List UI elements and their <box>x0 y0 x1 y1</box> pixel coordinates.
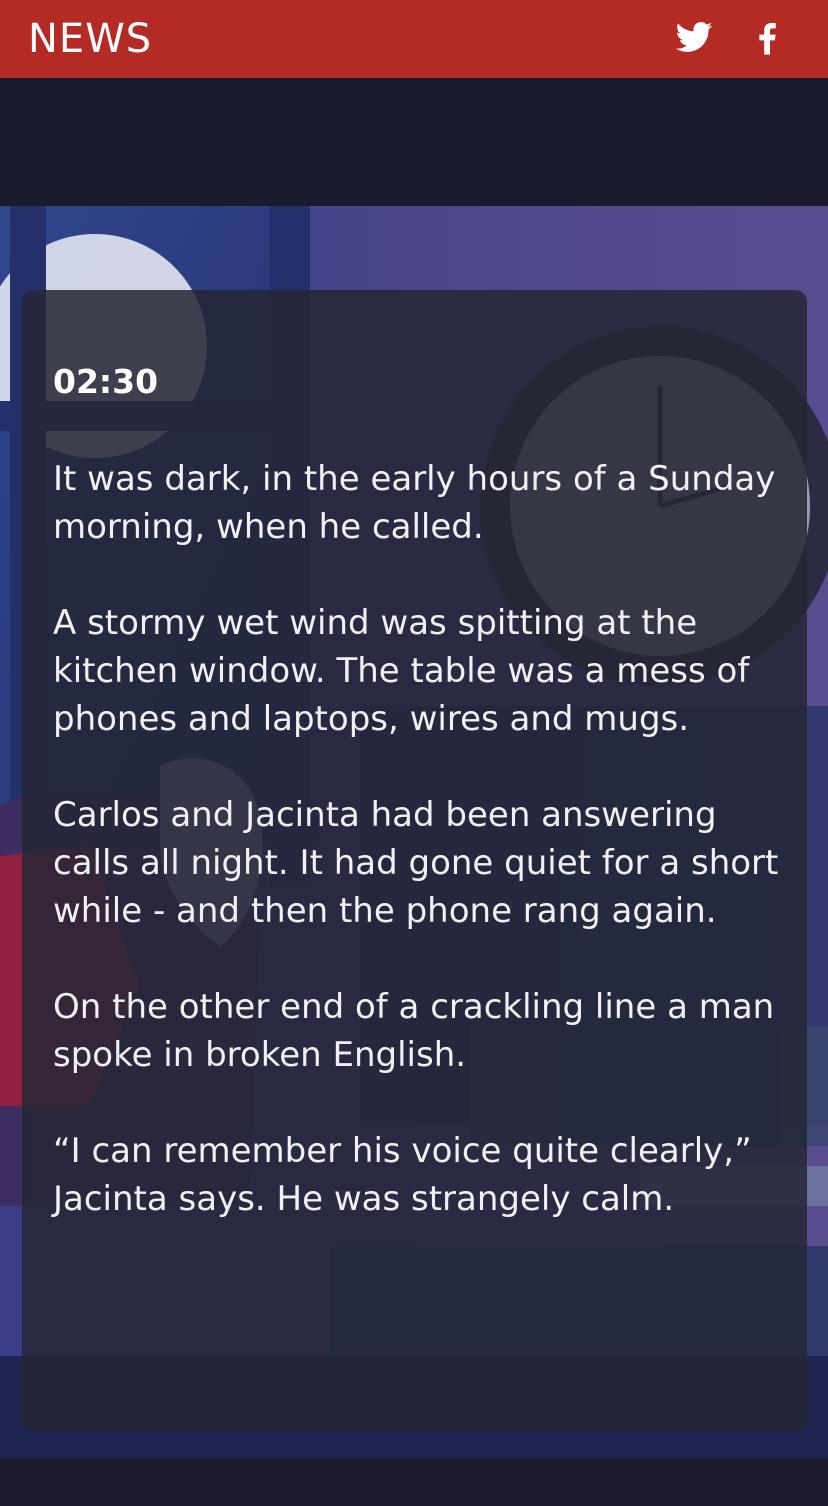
facebook-icon <box>759 23 776 55</box>
facebook-share-button[interactable] <box>748 18 788 58</box>
story-paragraph-1: It was dark, in the early hours of a Sun… <box>53 459 776 547</box>
timestamp: 02:30 <box>53 362 159 401</box>
bottom-band <box>0 1458 828 1506</box>
story-paragraph-5: “I can remember his voice quite clearly,… <box>53 1131 752 1219</box>
top-band <box>0 78 828 206</box>
story-paragraph-2: A stormy wet wind was spitting at the ki… <box>53 603 750 739</box>
brand-title[interactable]: NEWS <box>28 16 152 62</box>
twitter-icon <box>675 22 713 52</box>
header-bar: NEWS <box>0 0 828 78</box>
story-paragraph-4: On the other end of a crackling line a m… <box>53 987 775 1075</box>
story-text: It was dark, in the early hours of a Sun… <box>53 455 783 1223</box>
story-paragraph-3: Carlos and Jacinta had been answering ca… <box>53 795 779 931</box>
twitter-share-button[interactable] <box>674 18 714 58</box>
